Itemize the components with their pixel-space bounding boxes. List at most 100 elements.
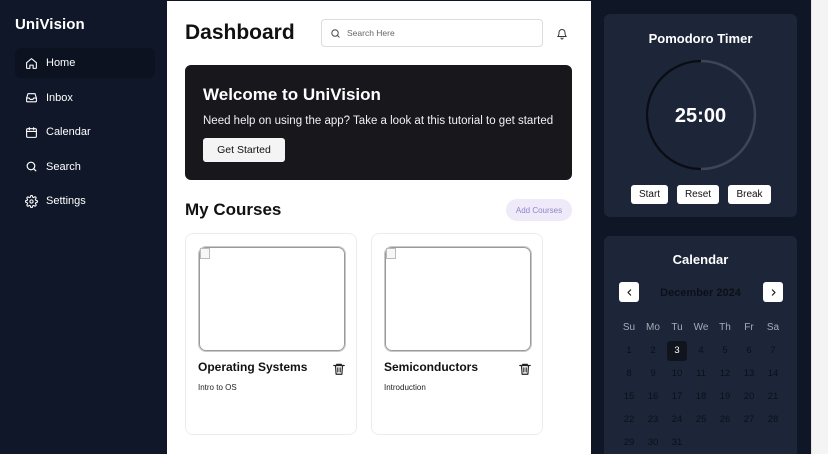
weekday-label: Sa xyxy=(766,322,780,333)
search-icon xyxy=(331,28,340,38)
calendar-day[interactable]: 5 xyxy=(713,339,737,362)
welcome-title: Welcome to UniVision xyxy=(203,85,381,104)
calendar-day[interactable]: 16 xyxy=(641,385,665,408)
calendar-day[interactable]: 4 xyxy=(689,339,713,362)
calendar-day[interactable]: 11 xyxy=(689,362,713,385)
timer-display: 25:00 xyxy=(674,105,727,127)
calendar-day[interactable]: 27 xyxy=(737,408,761,431)
calendar-day[interactable]: 7 xyxy=(761,339,785,362)
reset-button[interactable]: Reset xyxy=(677,185,719,204)
calendar-day[interactable]: 10 xyxy=(665,362,689,385)
sidebar-item-settings[interactable]: Settings xyxy=(15,186,155,216)
calendar-day[interactable]: 8 xyxy=(617,362,641,385)
calendar-empty-cell xyxy=(737,431,761,454)
sidebar-item-label: Home xyxy=(46,57,76,69)
get-started-button[interactable]: Get Started xyxy=(203,138,285,162)
calendar-day[interactable]: 24 xyxy=(665,408,689,431)
course-image xyxy=(198,246,346,352)
next-month-button[interactable] xyxy=(763,282,783,302)
sidebar: UniVision Home Inbox Calendar Search Set… xyxy=(1,1,167,454)
weekday-label: Fr xyxy=(744,322,754,333)
calendar-day[interactable]: 3 xyxy=(667,340,687,361)
weekday-label: Su xyxy=(622,322,636,333)
right-panel: Pomodoro Timer 25:00 Start Reset Break C… xyxy=(591,1,811,454)
home-icon xyxy=(26,57,37,69)
courses-heading: My Courses xyxy=(185,200,282,219)
sidebar-item-home[interactable]: Home xyxy=(15,48,155,78)
calendar-empty-cell xyxy=(761,431,785,454)
calendar-day[interactable]: 12 xyxy=(713,362,737,385)
weekday-label: Tu xyxy=(671,322,683,333)
calendar-day[interactable]: 13 xyxy=(737,362,761,385)
calendar-week-row: 1234567 xyxy=(617,339,785,362)
calendar-day[interactable]: 17 xyxy=(665,385,689,408)
calendar-day[interactable]: 30 xyxy=(641,431,665,454)
calendar-empty-cell xyxy=(713,431,737,454)
calendar-day[interactable]: 21 xyxy=(761,385,785,408)
calendar-day[interactable]: 22 xyxy=(617,408,641,431)
calendar-day[interactable]: 9 xyxy=(641,362,665,385)
calendar-title: Calendar xyxy=(672,252,729,267)
calendar-day[interactable]: 6 xyxy=(737,339,761,362)
trash-icon[interactable] xyxy=(332,362,346,376)
chevron-right-icon xyxy=(771,288,776,296)
calendar-day[interactable]: 15 xyxy=(617,385,641,408)
inbox-icon xyxy=(26,93,37,103)
welcome-text: Need help on using the app? Take a look … xyxy=(203,115,554,127)
break-button[interactable]: Break xyxy=(728,185,771,204)
search-box[interactable] xyxy=(321,19,543,47)
calendar-empty-cell xyxy=(689,431,713,454)
sidebar-item-label: Search xyxy=(46,160,81,173)
calendar-day[interactable]: 31 xyxy=(665,431,689,454)
calendar-day[interactable]: 26 xyxy=(713,408,737,431)
calendar-day[interactable]: 1 xyxy=(617,339,641,362)
weekday-label: Th xyxy=(719,322,731,333)
calendar-day[interactable]: 2 xyxy=(641,339,665,362)
calendar-day[interactable]: 28 xyxy=(761,408,785,431)
gear-icon xyxy=(25,194,38,208)
calendar-day[interactable]: 20 xyxy=(737,385,761,408)
start-button[interactable]: Start xyxy=(631,185,668,204)
search-icon xyxy=(26,161,37,172)
calendar-week-row: 22 23 24 25 26 27 28 xyxy=(617,408,785,431)
sidebar-item-calendar[interactable]: Calendar xyxy=(15,117,155,147)
course-subtitle: Intro to OS xyxy=(198,383,237,392)
course-card[interactable]: Semiconductors Introduction xyxy=(371,233,543,435)
weekday-label: We xyxy=(693,322,709,333)
calendar-week-row: 8 9 10 11 12 13 14 xyxy=(617,362,785,385)
weekday-label: Mo xyxy=(646,322,660,333)
page-title: Dashboard xyxy=(185,21,295,44)
broken-image-icon xyxy=(200,248,210,259)
add-courses-button[interactable]: Add Courses xyxy=(506,199,572,221)
calendar-widget: Calendar December 2024 Su Mo Tu We Th Fr… xyxy=(604,236,797,454)
calendar-weekday-row: Su Mo Tu We Th Fr Sa xyxy=(617,316,785,339)
trash-icon[interactable] xyxy=(518,362,532,376)
course-image xyxy=(384,246,532,352)
sidebar-item-inbox[interactable]: Inbox xyxy=(15,83,155,113)
calendar-day[interactable]: 23 xyxy=(641,408,665,431)
calendar-day[interactable]: 25 xyxy=(689,408,713,431)
calendar-day[interactable]: 19 xyxy=(713,385,737,408)
calendar-icon xyxy=(26,126,37,138)
main-content: Dashboard Welcome to UniVision Need help… xyxy=(167,1,591,454)
course-name: Operating Systems xyxy=(198,360,308,374)
calendar-day[interactable]: 18 xyxy=(689,385,713,408)
course-subtitle: Introduction xyxy=(384,383,426,392)
calendar-grid: Su Mo Tu We Th Fr Sa 1 2 3 4 5 6 7 8 9 10 11 12 13 14… xyxy=(617,316,785,454)
bell-icon[interactable] xyxy=(556,28,568,40)
search-input[interactable] xyxy=(347,28,527,38)
sidebar-item-label: Calendar xyxy=(46,126,91,138)
page-scrollbar[interactable] xyxy=(811,0,828,454)
calendar-day[interactable]: 29 xyxy=(617,431,641,454)
course-card[interactable]: Operating Systems Intro to OS xyxy=(185,233,357,435)
broken-image-icon xyxy=(386,248,396,259)
calendar-day[interactable]: 14 xyxy=(761,362,785,385)
sidebar-item-label: Settings xyxy=(46,195,86,207)
sidebar-item-label: Inbox xyxy=(46,91,73,104)
course-name: Semiconductors xyxy=(384,360,479,374)
sidebar-item-search[interactable]: Search xyxy=(15,152,155,182)
calendar-week-row: 29 30 31 xyxy=(617,431,785,454)
pomodoro-widget: Pomodoro Timer 25:00 Start Reset Break xyxy=(604,14,797,217)
app-brand: UniVision xyxy=(15,16,85,33)
pomodoro-title: Pomodoro Timer xyxy=(648,31,753,46)
